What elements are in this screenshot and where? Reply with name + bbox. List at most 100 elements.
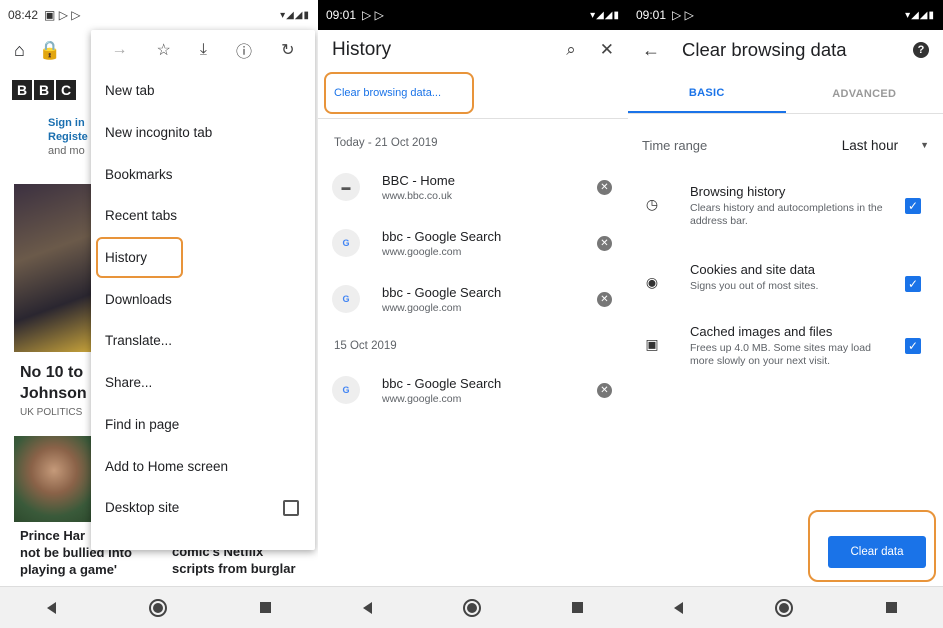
notification-icons: ▷ ▷ (362, 8, 384, 22)
help-icon[interactable]: ? (913, 42, 929, 58)
bbc-logo-letter: C (56, 80, 76, 100)
cookie-icon: ◉ (645, 274, 659, 290)
history-entry[interactable]: G bbc - Google Search www.google.com ✕ (332, 370, 628, 410)
news-headline[interactable]: No 10 to Johnson (20, 362, 87, 404)
bbc-logo[interactable]: B B C (12, 80, 76, 100)
status-bar: 08:42 ▣ ▷ ▷ ▾◢◢▮ (0, 0, 318, 30)
cached-images-checkbox[interactable]: ✓ (905, 338, 921, 354)
google-favicon: G (332, 376, 360, 404)
history-header: History ⌕ ✕ (318, 30, 628, 70)
reload-icon[interactable]: ↻ (281, 40, 294, 60)
google-favicon: G (332, 285, 360, 313)
entry-url: www.google.com (382, 392, 462, 405)
register-link[interactable]: Registe (48, 130, 88, 144)
remove-icon[interactable]: ✕ (597, 179, 612, 195)
clear-data-highlight: Clear data (808, 510, 936, 582)
back-icon[interactable] (363, 601, 373, 614)
bbc-logo-letter: B (12, 80, 32, 100)
tab-basic[interactable]: BASIC (628, 74, 786, 113)
close-icon[interactable]: ✕ (600, 40, 614, 60)
history-entry[interactable]: ▬ BBC - Home www.bbc.co.uk ✕ (332, 167, 628, 207)
home-button-icon[interactable] (462, 598, 481, 617)
android-nav-bar (0, 586, 318, 628)
notification-icons: ▷ ▷ (672, 8, 694, 22)
news-photo[interactable] (14, 436, 94, 522)
back-icon[interactable] (46, 601, 56, 614)
history-entry[interactable]: G bbc - Google Search www.google.com ✕ (332, 279, 628, 319)
menu-item-desktop-site[interactable]: Desktop site (91, 487, 315, 529)
back-arrow-icon[interactable]: ← (642, 40, 660, 61)
status-time: 09:01 (326, 8, 357, 22)
remove-icon[interactable]: ✕ (597, 235, 612, 251)
lock-icon: 🔒 (38, 39, 62, 60)
entry-url: www.google.com (382, 301, 462, 314)
entry-title: bbc - Google Search (382, 284, 502, 300)
info-icon[interactable]: ⓘ (236, 38, 252, 62)
home-icon[interactable]: ⌂ (14, 40, 25, 61)
sign-in-prompt: Sign in Registe and mo (48, 116, 88, 158)
entry-title: bbc - Google Search (382, 228, 502, 244)
sign-in-text: and mo (48, 145, 85, 157)
menu-item-recent-tabs[interactable]: Recent tabs (91, 195, 315, 237)
notification-icons: ▣ ▷ ▷ (44, 8, 81, 22)
option-cached-images[interactable]: ▣ Cached images and files Frees up 4.0 M… (642, 324, 929, 368)
time-range-select[interactable]: Time range Last hour ▼ (642, 130, 929, 160)
bookmark-star-icon[interactable]: ☆ (157, 40, 171, 60)
back-icon[interactable] (674, 601, 684, 614)
search-icon[interactable]: ⌕ (566, 40, 576, 60)
menu-item-add-to-home-screen[interactable]: Add to Home screen (91, 445, 315, 487)
story-line: playing a game' (20, 562, 118, 577)
menu-item-label: Desktop site (105, 500, 180, 516)
page-title: History (332, 39, 392, 60)
chrome-menu-screen: 08:42 ▣ ▷ ▷ ▾◢◢▮ ⌂ 🔒 B B C Sign in Regis… (0, 0, 318, 628)
chrome-overflow-menu: → ☆ ⤓ ⓘ ↻ New tab New incognito tab Book… (91, 30, 315, 550)
recent-apps-icon[interactable] (571, 602, 583, 613)
download-icon[interactable]: ⤓ (200, 41, 207, 59)
time-range-label: Time range (642, 137, 708, 153)
cookies-checkbox[interactable]: ✓ (905, 276, 921, 292)
menu-item-new-incognito-tab[interactable]: New incognito tab (91, 112, 315, 154)
clear-data-header: ← Clear browsing data ? (628, 30, 943, 70)
history-date-header: Today - 21 Oct 2019 (334, 137, 438, 149)
dropdown-caret-icon: ▼ (920, 140, 929, 150)
option-desc: Frees up 4.0 MB. Some sites may load mor… (690, 342, 871, 367)
browsing-history-checkbox[interactable]: ✓ (905, 198, 921, 214)
menu-item-history[interactable]: History (96, 236, 183, 279)
menu-item-find-in-page[interactable]: Find in page (91, 404, 315, 446)
tab-advanced[interactable]: ADVANCED (786, 74, 943, 113)
menu-item-downloads[interactable]: Downloads (91, 278, 315, 320)
android-nav-bar (318, 586, 628, 628)
home-button-icon[interactable] (775, 598, 794, 617)
sign-in-link[interactable]: Sign in (48, 116, 88, 130)
clear-browsing-data-screen: 09:01 ▷ ▷ ▾◢◢▮ ← Clear browsing data ? B… (628, 0, 943, 628)
remove-icon[interactable]: ✕ (597, 291, 612, 307)
image-icon: ▣ (645, 336, 659, 352)
divider (318, 118, 628, 119)
history-entry[interactable]: G bbc - Google Search www.google.com ✕ (332, 223, 628, 263)
menu-item-share[interactable]: Share... (91, 362, 315, 404)
desktop-site-checkbox[interactable] (283, 499, 299, 516)
option-browsing-history[interactable]: ◷ Browsing history Clears history and au… (642, 184, 929, 228)
signal-battery-icons: ▾◢◢▮ (590, 9, 620, 21)
news-photo[interactable] (14, 184, 94, 352)
entry-url: www.google.com (382, 245, 462, 258)
tab-bar: BASIC ADVANCED (628, 74, 943, 114)
remove-icon[interactable]: ✕ (597, 382, 612, 398)
forward-icon[interactable]: → (112, 41, 128, 59)
status-bar: 09:01 ▷ ▷ ▾◢◢▮ (318, 0, 628, 30)
home-button-icon[interactable] (148, 598, 167, 617)
option-cookies[interactable]: ◉ Cookies and site data Signs you out of… (642, 262, 929, 293)
menu-item-new-tab[interactable]: New tab (91, 70, 315, 112)
menu-item-translate[interactable]: Translate... (91, 320, 315, 362)
status-time: 08:42 (8, 8, 39, 22)
google-favicon: G (332, 229, 360, 257)
menu-item-bookmarks[interactable]: Bookmarks (91, 153, 315, 195)
signal-battery-icons: ▾◢◢▮ (280, 9, 310, 21)
option-title: Cached images and files (690, 324, 833, 339)
clear-browsing-data-link[interactable]: Clear browsing data... (324, 72, 474, 114)
clear-data-button[interactable]: Clear data (828, 536, 926, 568)
recent-apps-icon[interactable] (260, 602, 272, 613)
news-tag[interactable]: UK POLITICS (20, 407, 82, 418)
recent-apps-icon[interactable] (885, 602, 897, 613)
option-desc: Signs you out of most sites. (690, 280, 819, 292)
